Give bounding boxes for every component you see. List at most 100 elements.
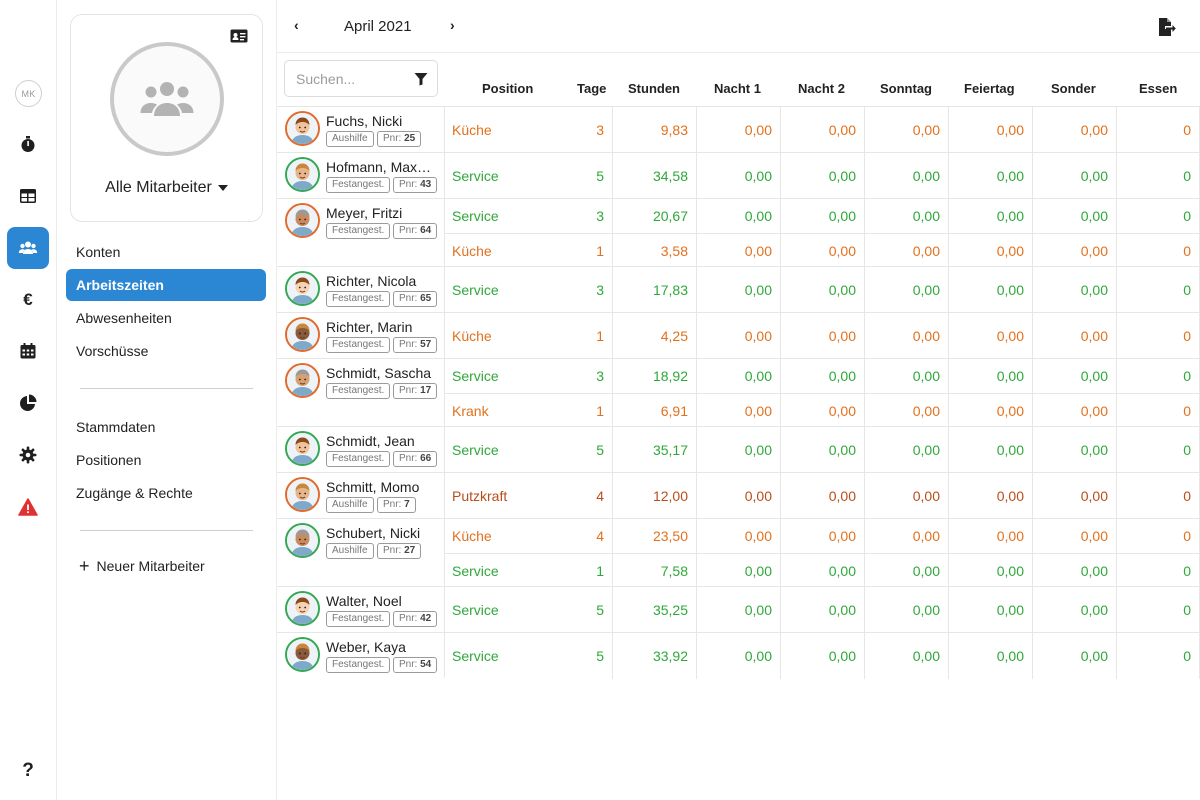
employee-name: Richter, Marin: [326, 319, 413, 335]
employee-avatar: [285, 363, 320, 398]
employee-group-dropdown[interactable]: Alle Mitarbeiter: [71, 179, 262, 197]
col-header-essen[interactable]: Essen: [1139, 81, 1177, 96]
calendar-icon[interactable]: [7, 330, 49, 372]
position-row[interactable]: Küche 4 23,50 0,00 0,00 0,00 0,00 0,00 0: [445, 519, 1200, 553]
position-row[interactable]: Putzkraft 4 12,00 0,00 0,00 0,00 0,00 0,00 0: [445, 473, 1200, 519]
employee-row[interactable]: Richter, Nicola Festangest. Pnr: 65 Service…: [277, 266, 1200, 313]
sonder-cell: 0,00: [1033, 427, 1117, 473]
so-cell: 0,00: [865, 359, 949, 393]
essen-cell: 0: [1117, 153, 1200, 199]
question-icon[interactable]: ?: [7, 748, 49, 790]
nav-positionen[interactable]: Positionen: [66, 444, 266, 476]
divider: [80, 388, 253, 389]
col-header-tage[interactable]: Tage: [577, 81, 606, 96]
col-header-sonntag[interactable]: Sonntag: [880, 81, 932, 96]
stunden-cell: 7,58: [613, 554, 697, 587]
stunden-cell: 9,83: [613, 107, 697, 153]
search-input[interactable]: [285, 61, 400, 96]
employee-row[interactable]: Meyer, Fritzi Festangest. Pnr: 64 Service 3 2…: [277, 198, 1200, 267]
n1-cell: 0,00: [697, 473, 781, 519]
employee-row[interactable]: Weber, Kaya Festangest. Pnr: 54 Service 5 33,…: [277, 632, 1200, 679]
employee-row[interactable]: Schmitt, Momo Aushilfe Pnr: 7 Putzkraft 4 12,…: [277, 472, 1200, 519]
filter-icon[interactable]: [414, 72, 428, 86]
employee-avatar: [285, 523, 320, 558]
position-row[interactable]: Service 3 20,67 0,00 0,00 0,00 0,00 0,00 0: [445, 199, 1200, 233]
employee-row[interactable]: Walter, Noel Festangest. Pnr: 42 Service 5 35…: [277, 586, 1200, 633]
employee-info[interactable]: Schmidt, Sascha Festangest. Pnr: 17: [277, 359, 445, 426]
n2-cell: 0,00: [781, 394, 865, 427]
col-header-nacht1[interactable]: Nacht 1: [714, 81, 761, 96]
col-header-nacht2[interactable]: Nacht 2: [798, 81, 845, 96]
position-row[interactable]: Service 5 35,25 0,00 0,00 0,00 0,00 0,00 0: [445, 587, 1200, 633]
plus-icon: +: [79, 556, 90, 576]
employee-info[interactable]: Schmitt, Momo Aushilfe Pnr: 7: [277, 473, 445, 518]
table-icon[interactable]: [7, 175, 49, 217]
prev-month-button[interactable]: ‹: [294, 17, 299, 33]
employee-info[interactable]: Weber, Kaya Festangest. Pnr: 54: [277, 633, 445, 678]
employee-row[interactable]: Richter, Marin Festangest. Pnr: 57 Küche 1 4,…: [277, 312, 1200, 359]
employee-info[interactable]: Richter, Nicola Festangest. Pnr: 65: [277, 267, 445, 312]
employee-row[interactable]: Schmidt, Jean Festangest. Pnr: 66 Service 5 3…: [277, 426, 1200, 473]
col-header-stunden[interactable]: Stunden: [628, 81, 680, 96]
col-header-sonder[interactable]: Sonder: [1051, 81, 1096, 96]
employee-info[interactable]: Schubert, Nicki Aushilfe Pnr: 27: [277, 519, 445, 586]
users-icon[interactable]: [7, 227, 49, 269]
n2-cell: 0,00: [781, 153, 865, 199]
col-header-position[interactable]: Position: [482, 81, 533, 96]
position-row[interactable]: Service 5 33,92 0,00 0,00 0,00 0,00 0,00 0: [445, 633, 1200, 679]
col-header-feiertag[interactable]: Feiertag: [964, 81, 1015, 96]
nav-vorschuesse[interactable]: Vorschüsse: [66, 335, 266, 367]
essen-cell: 0: [1117, 633, 1200, 679]
employee-info[interactable]: Walter, Noel Festangest. Pnr: 42: [277, 587, 445, 632]
employee-row[interactable]: Hofmann, Max… Festangest. Pnr: 43 Service 5 3…: [277, 152, 1200, 199]
position-row[interactable]: Küche 3 9,83 0,00 0,00 0,00 0,00 0,00 0: [445, 107, 1200, 153]
employee-row[interactable]: Schmidt, Sascha Festangest. Pnr: 17 Service…: [277, 358, 1200, 427]
next-month-button[interactable]: ›: [450, 17, 455, 33]
gear-icon[interactable]: [7, 434, 49, 476]
employee-info[interactable]: Hofmann, Max… Festangest. Pnr: 43: [277, 153, 445, 198]
position-row[interactable]: Service 1 7,58 0,00 0,00 0,00 0,00 0,00 0: [445, 553, 1200, 587]
user-avatar[interactable]: MK: [15, 80, 42, 107]
employee-avatar: [285, 591, 320, 626]
nav-stammdaten[interactable]: Stammdaten: [66, 411, 266, 443]
essen-cell: 0: [1117, 427, 1200, 473]
essen-cell: 0: [1117, 394, 1200, 427]
employee-info[interactable]: Fuchs, Nicki Aushilfe Pnr: 25: [277, 107, 445, 152]
sonder-cell: 0,00: [1033, 394, 1117, 427]
employee-info[interactable]: Meyer, Fritzi Festangest. Pnr: 64: [277, 199, 445, 266]
position-row[interactable]: Küche 1 4,25 0,00 0,00 0,00 0,00 0,00 0: [445, 313, 1200, 359]
employee-avatar: [285, 271, 320, 306]
euro-icon[interactable]: €: [7, 278, 49, 320]
fe-cell: 0,00: [949, 107, 1033, 153]
main-content: ‹ April 2021 › Position Tage Stunden Nac…: [277, 0, 1200, 800]
position-row[interactable]: Service 3 17,83 0,00 0,00 0,00 0,00 0,00 0: [445, 267, 1200, 313]
pnr-badge: Pnr: 65: [393, 291, 438, 307]
position-row[interactable]: Service 5 34,58 0,00 0,00 0,00 0,00 0,00 0: [445, 153, 1200, 199]
nav-abwesenheiten[interactable]: Abwesenheiten: [66, 302, 266, 334]
stopwatch-icon[interactable]: [7, 123, 49, 165]
fe-cell: 0,00: [949, 394, 1033, 427]
stunden-cell: 23,50: [613, 519, 697, 553]
nav-konten[interactable]: Konten: [66, 236, 266, 268]
employee-info[interactable]: Schmidt, Jean Festangest. Pnr: 66: [277, 427, 445, 472]
n1-cell: 0,00: [697, 234, 781, 267]
id-card-icon[interactable]: [230, 29, 248, 43]
pnr-badge: Pnr: 27: [377, 543, 422, 559]
warning-icon[interactable]: [7, 486, 49, 528]
employee-avatar: [285, 157, 320, 192]
pie-chart-icon[interactable]: [7, 382, 49, 424]
nav-zugaenge-rechte[interactable]: Zugänge & Rechte: [66, 477, 266, 509]
sonder-cell: 0,00: [1033, 153, 1117, 199]
new-employee-button[interactable]: + Neuer Mitarbeiter: [79, 556, 205, 576]
employee-row[interactable]: Fuchs, Nicki Aushilfe Pnr: 25 Küche 3 9,83 0,0…: [277, 106, 1200, 153]
fe-cell: 0,00: [949, 633, 1033, 679]
app-rail: MK € ?: [0, 0, 57, 800]
position-row[interactable]: Service 5 35,17 0,00 0,00 0,00 0,00 0,00 0: [445, 427, 1200, 473]
position-row[interactable]: Krank 1 6,91 0,00 0,00 0,00 0,00 0,00 0: [445, 393, 1200, 427]
employee-row[interactable]: Schubert, Nicki Aushilfe Pnr: 27 Küche 4 23,5…: [277, 518, 1200, 587]
position-row[interactable]: Küche 1 3,58 0,00 0,00 0,00 0,00 0,00 0: [445, 233, 1200, 267]
position-row[interactable]: Service 3 18,92 0,00 0,00 0,00 0,00 0,00 0: [445, 359, 1200, 393]
nav-arbeitszeiten[interactable]: Arbeitszeiten: [66, 269, 266, 301]
employee-info[interactable]: Richter, Marin Festangest. Pnr: 57: [277, 313, 445, 358]
export-icon[interactable]: [1156, 17, 1176, 37]
